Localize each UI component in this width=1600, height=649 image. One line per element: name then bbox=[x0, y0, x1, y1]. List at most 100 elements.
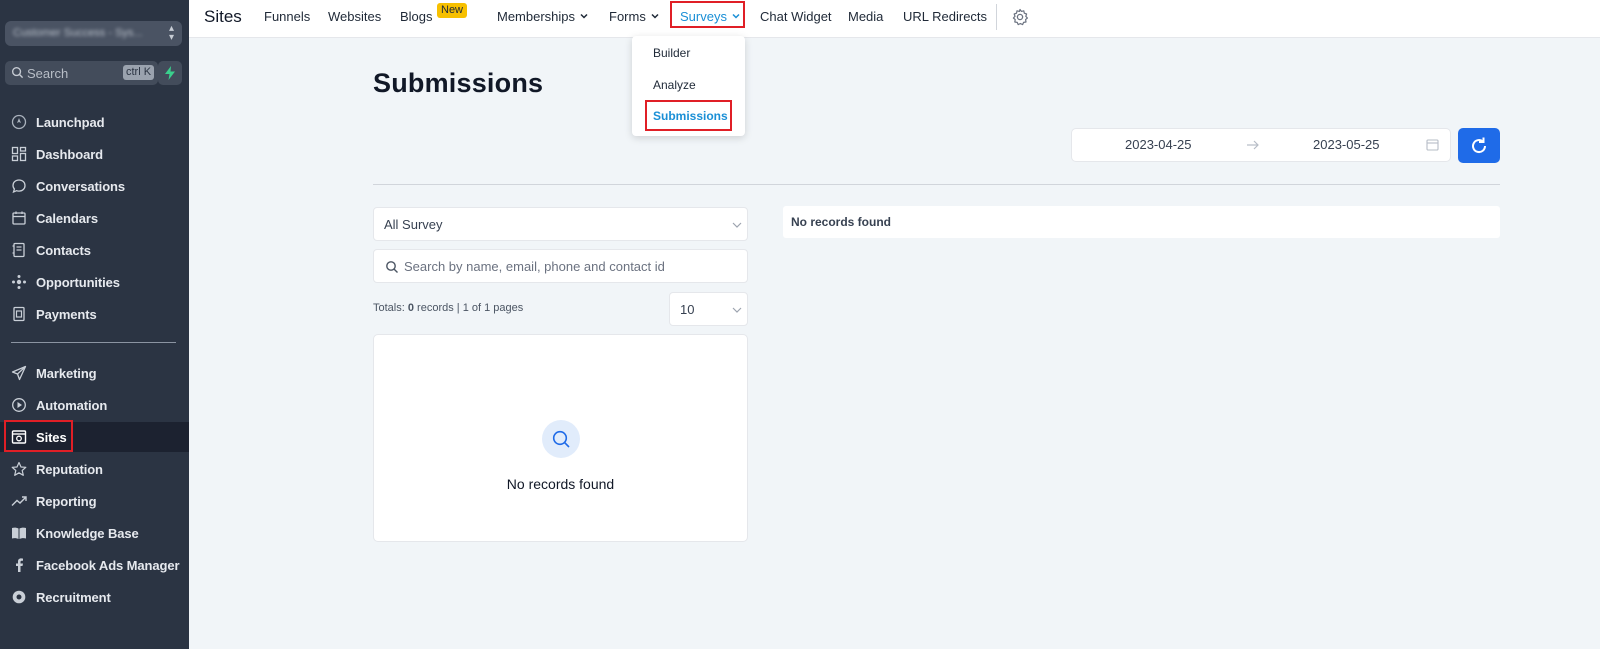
sidebar-item-label: Launchpad bbox=[36, 115, 105, 130]
menu-item-analyze[interactable]: Analyze bbox=[653, 78, 696, 92]
tab-label: Forms bbox=[609, 9, 646, 24]
sidebar: Customer Success - Sys... ▴ ▾ Search ctrl… bbox=[0, 0, 189, 649]
sidebar-item-label: Dashboard bbox=[36, 147, 104, 162]
tab-url-redirects[interactable]: URL Redirects bbox=[903, 9, 987, 24]
tab-blogs[interactable]: Blogs bbox=[400, 9, 433, 24]
quick-actions-button[interactable] bbox=[158, 61, 182, 85]
empty-state-search-icon bbox=[542, 420, 580, 458]
sidebar-item-label: Marketing bbox=[36, 366, 97, 381]
submissions-list-empty: No records found bbox=[373, 334, 748, 542]
sidebar-item-label: Knowledge Base bbox=[36, 526, 139, 541]
automation-icon bbox=[12, 398, 26, 412]
sidebar-item-knowledge-base[interactable]: Knowledge Base bbox=[0, 518, 189, 548]
sidebar-item-label: Conversations bbox=[36, 179, 126, 194]
sidebar-item-recruitment[interactable]: Recruitment bbox=[0, 582, 189, 612]
calendar-icon bbox=[12, 211, 26, 225]
sidebar-item-facebook-ads-manager[interactable]: Facebook Ads Manager bbox=[0, 550, 189, 580]
page-title: Submissions bbox=[373, 68, 544, 98]
tab-websites[interactable]: Websites bbox=[328, 9, 381, 24]
account-switcher[interactable]: Customer Success - Sys... ▴ ▾ bbox=[5, 21, 182, 46]
search-placeholder: Search bbox=[27, 66, 69, 81]
submission-search-input[interactable] bbox=[404, 257, 734, 276]
date-range-picker[interactable]: 2023-04-25 2023-05-25 bbox=[1071, 128, 1451, 162]
bolt-icon bbox=[165, 66, 175, 80]
search-icon bbox=[11, 66, 24, 79]
tab-funnels[interactable]: Funnels bbox=[264, 9, 310, 24]
tab-media[interactable]: Media bbox=[848, 9, 883, 24]
highlight-box-submissions bbox=[645, 100, 732, 131]
sidebar-item-reputation[interactable]: Reputation bbox=[0, 454, 189, 484]
totals-summary: Totals: 0 records | 1 of 1 pages bbox=[373, 302, 523, 314]
content-divider bbox=[373, 184, 1500, 185]
page-size-select[interactable]: 10 bbox=[669, 292, 748, 326]
payments-icon bbox=[13, 306, 25, 322]
tab-chat-widget[interactable]: Chat Widget bbox=[760, 9, 832, 24]
chat-icon bbox=[12, 179, 26, 194]
chevron-down-icon bbox=[732, 307, 742, 313]
sidebar-item-label: Facebook Ads Manager bbox=[36, 558, 180, 573]
rocket-icon bbox=[11, 114, 27, 130]
submission-search-field[interactable] bbox=[373, 249, 748, 283]
refresh-icon bbox=[1472, 137, 1487, 154]
sidebar-item-opportunities[interactable]: Opportunities bbox=[0, 267, 189, 297]
results-empty-text: No records found bbox=[791, 215, 892, 229]
chevron-down-icon bbox=[732, 222, 742, 228]
sidebar-item-label: Contacts bbox=[36, 243, 91, 258]
chevron-down-icon bbox=[651, 13, 659, 19]
refresh-button[interactable] bbox=[1458, 128, 1500, 163]
empty-state-text: No records found bbox=[506, 476, 615, 492]
sidebar-search[interactable]: Search ctrl K bbox=[5, 61, 158, 85]
sidebar-item-label: Automation bbox=[36, 398, 108, 413]
sidebar-item-label: Reputation bbox=[36, 462, 103, 477]
sidebar-item-payments[interactable]: Payments bbox=[0, 299, 189, 329]
sidebar-item-conversations[interactable]: Conversations bbox=[0, 171, 189, 201]
tab-memberships[interactable]: Memberships bbox=[497, 9, 588, 24]
totals-suffix: records | 1 of 1 pages bbox=[413, 302, 524, 314]
sidebar-item-label: Calendars bbox=[36, 211, 98, 226]
send-icon bbox=[11, 365, 27, 381]
survey-filter-value: All Survey bbox=[384, 217, 443, 232]
tab-forms[interactable]: Forms bbox=[609, 9, 659, 24]
sidebar-item-calendars[interactable]: Calendars bbox=[0, 203, 189, 233]
submission-detail-panel: No records found bbox=[783, 206, 1500, 238]
gear-icon[interactable] bbox=[1011, 8, 1029, 26]
opportunities-icon bbox=[12, 275, 26, 289]
highlight-box-sites bbox=[4, 420, 73, 452]
surveys-dropdown-menu: Builder Analyze Submissions bbox=[632, 36, 745, 136]
tab-label: Memberships bbox=[497, 9, 576, 24]
survey-filter-select[interactable]: All Survey bbox=[373, 207, 748, 241]
search-shortcut: ctrl K bbox=[123, 65, 155, 80]
new-badge: New bbox=[437, 3, 468, 18]
nav-separator bbox=[996, 4, 997, 30]
totals-prefix: Totals: bbox=[373, 302, 408, 314]
chevron-down-icon bbox=[580, 13, 588, 19]
account-name: Customer Success - Sys... bbox=[13, 27, 143, 39]
sidebar-item-launchpad[interactable]: Launchpad bbox=[0, 107, 189, 137]
sidebar-item-label: Payments bbox=[36, 307, 97, 322]
book-icon bbox=[12, 527, 26, 539]
top-nav: Sites Funnels Websites Blogs New Members… bbox=[189, 0, 1600, 38]
date-end-input[interactable]: 2023-05-25 bbox=[1313, 137, 1380, 152]
calendar-icon bbox=[1426, 139, 1439, 151]
section-title: Sites bbox=[204, 7, 242, 26]
sidebar-item-label: Reporting bbox=[36, 494, 97, 509]
sidebar-divider bbox=[11, 342, 176, 343]
star-icon bbox=[11, 461, 27, 476]
page-size-value: 10 bbox=[680, 302, 695, 317]
arrow-right-icon bbox=[1247, 140, 1259, 150]
highlight-box-surveys bbox=[670, 1, 745, 28]
facebook-icon bbox=[16, 558, 23, 572]
search-icon bbox=[386, 261, 398, 273]
sidebar-item-marketing[interactable]: Marketing bbox=[0, 358, 189, 388]
sidebar-item-contacts[interactable]: Contacts bbox=[0, 235, 189, 265]
sidebar-item-automation[interactable]: Automation bbox=[0, 390, 189, 420]
sidebar-item-label: Recruitment bbox=[36, 590, 111, 605]
sidebar-item-dashboard[interactable]: Dashboard bbox=[0, 139, 189, 169]
trending-icon bbox=[11, 496, 27, 506]
sidebar-item-reporting[interactable]: Reporting bbox=[0, 486, 189, 516]
contacts-icon bbox=[12, 242, 25, 258]
recruitment-icon bbox=[12, 590, 26, 604]
date-start-input[interactable]: 2023-04-25 bbox=[1125, 137, 1192, 152]
dashboard-icon bbox=[11, 146, 27, 162]
menu-item-builder[interactable]: Builder bbox=[653, 46, 690, 60]
